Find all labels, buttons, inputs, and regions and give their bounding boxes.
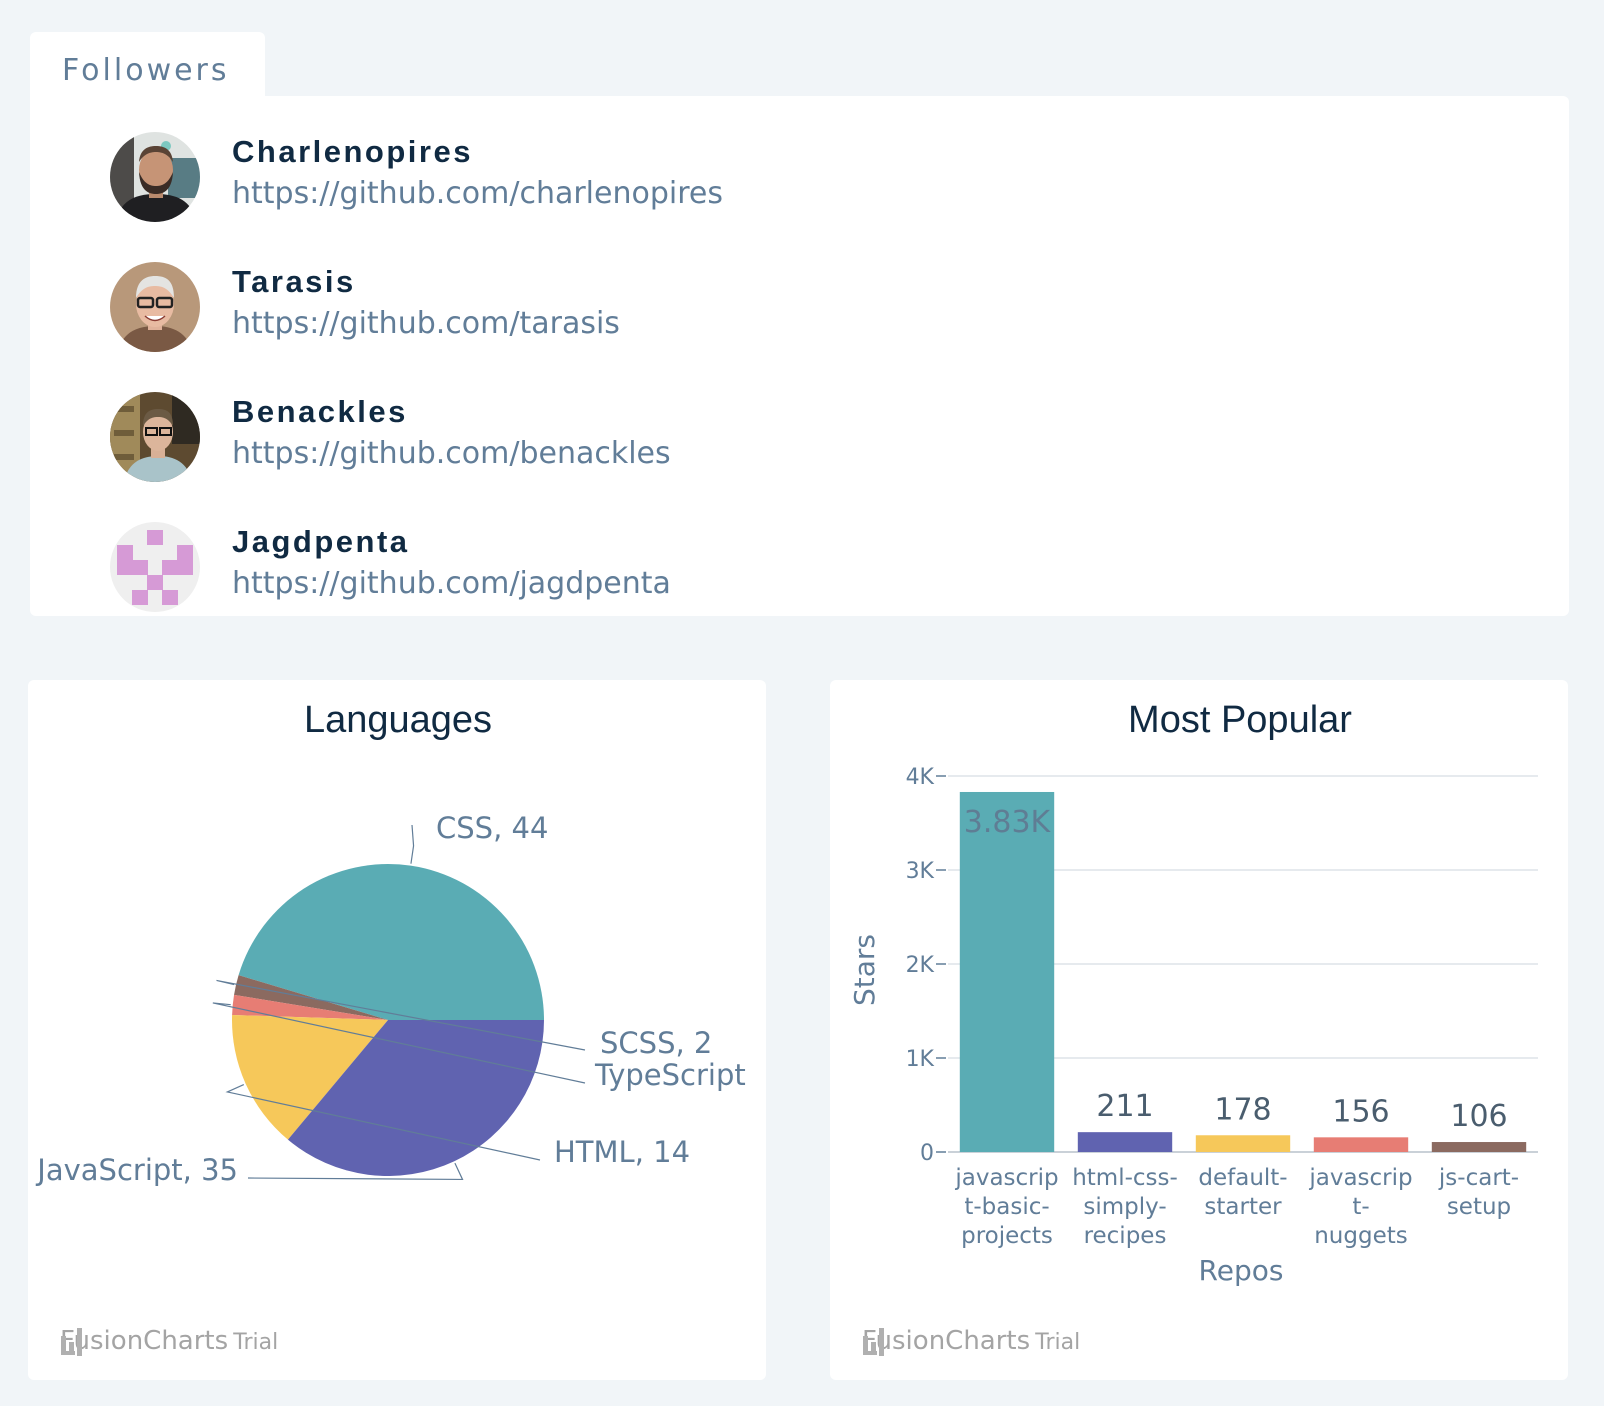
- y-tick-label: 1K: [906, 1047, 935, 1072]
- fusioncharts-logo-icon: [863, 1328, 884, 1356]
- avatar: [110, 132, 200, 222]
- bar-js-cart-setup[interactable]: [1431, 1142, 1527, 1152]
- fusioncharts-watermark: FusionCharts Trial: [862, 1326, 1080, 1356]
- languages-chart-card: Languages CSS, 44 SCSS, 2 TypeScript HTML, …: [28, 680, 766, 1380]
- follower-link[interactable]: https://github.com/charlenopires: [232, 176, 723, 211]
- watermark-trial: Trial: [1035, 1330, 1081, 1355]
- followers-title: Followers: [62, 53, 230, 88]
- x-category-label: html-css-simply-recipes: [1072, 1165, 1178, 1249]
- x-category-label: default-starter: [1198, 1165, 1287, 1220]
- pie-data-label: TypeScript: [594, 1058, 746, 1092]
- bar-value-label: 156: [1332, 1094, 1389, 1129]
- follower-item: Benackles https://github.com/benackles: [110, 392, 1010, 484]
- bar-javascript-basic-projects[interactable]: [959, 791, 1055, 1152]
- bar-html-css-simply-recipes[interactable]: [1077, 1132, 1173, 1152]
- languages-pie-chart: Languages CSS, 44 SCSS, 2TypeScript HTML, …: [35, 699, 746, 1187]
- follower-link[interactable]: https://github.com/tarasis: [232, 306, 620, 341]
- follower-name: Benackles: [232, 394, 408, 429]
- most-popular-bar-chart: Most Popular 0 1K 2K 3K 4K 3.83K 211 178 156 106…: [848, 699, 1538, 1287]
- avatar: [110, 392, 200, 482]
- follower-item: Tarasis https://github.com/tarasis: [110, 262, 1010, 354]
- bar-value-label: 106: [1450, 1099, 1507, 1134]
- pie-data-label: CSS, 44: [436, 811, 548, 845]
- bar-value-label: 178: [1214, 1092, 1271, 1127]
- languages-chart-title: Languages: [304, 699, 492, 741]
- x-category-label: js-cart-setup: [1438, 1165, 1519, 1220]
- bar-javascript-nuggets[interactable]: [1313, 1137, 1409, 1152]
- follower-name: Jagdpenta: [232, 524, 410, 559]
- follower-link[interactable]: https://github.com/benackles: [232, 436, 671, 471]
- bar-default-starter[interactable]: [1195, 1135, 1291, 1152]
- avatar: [110, 522, 200, 612]
- pie-data-label: SCSS, 2: [600, 1026, 712, 1060]
- pie-data-label: HTML, 14: [554, 1135, 690, 1169]
- x-category-label: javascrip t-basic-projects: [954, 1165, 1058, 1249]
- follower-name: Charlenopires: [232, 134, 473, 169]
- watermark-trial: Trial: [233, 1330, 279, 1355]
- y-tick-label: 2K: [906, 953, 935, 978]
- x-category-label: javascrip t-nuggets: [1308, 1165, 1412, 1249]
- avatar: [110, 262, 200, 352]
- y-tick-label: 3K: [906, 859, 935, 884]
- pie-data-label: JavaScript, 35: [35, 1153, 238, 1187]
- fusioncharts-watermark: FusionCharts Trial: [60, 1326, 278, 1356]
- pie-label-connector: [410, 824, 415, 864]
- y-tick-label: 0: [920, 1141, 934, 1166]
- most-popular-chart-title: Most Popular: [1128, 699, 1352, 741]
- followers-tab: Followers: [30, 32, 265, 102]
- most-popular-chart-card: Most Popular 0 1K 2K 3K 4K 3.83K 211 178 156 106…: [830, 680, 1568, 1380]
- x-axis-label: Repos: [1199, 1254, 1284, 1287]
- bar-value-label: 211: [1096, 1089, 1153, 1124]
- follower-name: Tarasis: [232, 264, 356, 299]
- y-tick-label: 4K: [906, 765, 935, 790]
- fusioncharts-logo-icon: [61, 1328, 82, 1356]
- follower-item: Charlenopires https://github.com/charlen…: [110, 132, 1010, 224]
- y-axis-label: Stars: [848, 934, 881, 1006]
- follower-link[interactable]: https://github.com/jagdpenta: [232, 566, 671, 601]
- bar-value-label: 3.83K: [964, 805, 1052, 840]
- followers-list: Charlenopires https://github.com/charlen…: [30, 96, 1569, 616]
- follower-item: Jagdpenta https://github.com/jagdpenta: [110, 522, 1010, 614]
